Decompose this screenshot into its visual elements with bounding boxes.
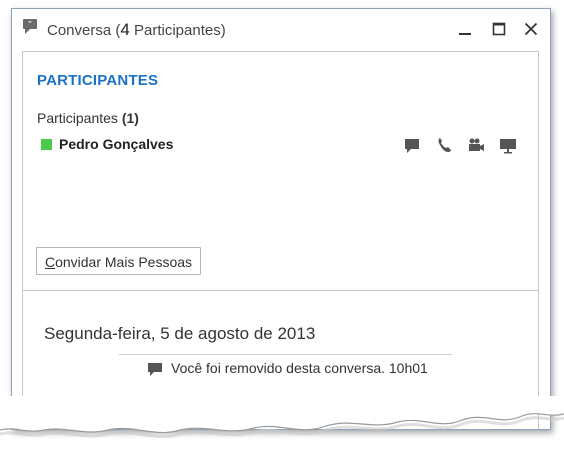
conversation-content: PARTICIPANTES Participantes (1) Pedro Go…	[22, 51, 539, 429]
screen-share-icon[interactable]	[498, 136, 518, 154]
conversation-icon: ”	[23, 19, 37, 34]
participant-row[interactable]: Pedro Gonçalves	[41, 136, 521, 156]
participants-count-value: (1)	[121, 110, 139, 126]
message-bubble-icon	[148, 363, 162, 376]
title-count: 4	[120, 20, 130, 39]
video-icon[interactable]	[466, 136, 486, 154]
participants-header: PARTICIPANTES	[37, 72, 159, 89]
section-divider	[23, 290, 538, 291]
participants-count-label: Participantes	[37, 110, 122, 126]
maximize-icon[interactable]	[489, 19, 509, 39]
title-prefix: Conversa (	[47, 22, 121, 39]
invite-label: onvidar Mais Pessoas	[55, 254, 193, 270]
participant-name[interactable]: Pedro Gonçalves	[59, 136, 173, 152]
title-bar[interactable]: ” Conversa (4 Participantes)	[12, 9, 550, 51]
invite-accesskey: C	[44, 254, 56, 270]
conversation-date: Segunda-feira, 5 de agosto de 2013	[44, 324, 316, 343]
date-rule	[119, 354, 452, 355]
conversation-window: ” Conversa (4 Participantes) PARTICIPANT…	[11, 8, 551, 430]
title-suffix: Participantes)	[129, 22, 226, 39]
window-title: Conversa (4 Participantes)	[47, 20, 226, 40]
invite-more-people-button[interactable]: Convidar Mais Pessoas	[36, 247, 201, 275]
minimize-icon[interactable]	[455, 19, 475, 39]
close-icon[interactable]	[521, 19, 541, 39]
svg-text:”: ”	[28, 20, 32, 29]
phone-icon[interactable]	[435, 136, 455, 154]
im-icon[interactable]	[403, 136, 423, 154]
screenshot-canvas: ” Conversa (4 Participantes) PARTICIPANT…	[0, 0, 564, 460]
torn-paper-edge	[0, 396, 564, 439]
participants-count: Participantes (1)	[37, 110, 139, 126]
message-text: Você foi removido desta conversa. 10h01	[171, 360, 428, 376]
presence-available-icon	[41, 139, 52, 150]
